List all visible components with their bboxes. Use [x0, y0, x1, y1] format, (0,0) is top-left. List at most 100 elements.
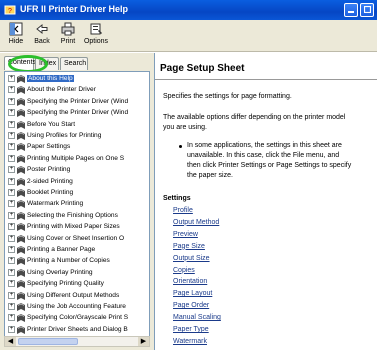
expand-plus-icon[interactable]: +: [8, 189, 15, 196]
toolbar: Hide Back Print Options: [0, 20, 377, 52]
tree-item-label: Before You Start: [27, 120, 76, 128]
tree-item-label: Specifying the Printer Driver (Wind: [27, 97, 129, 105]
settings-link[interactable]: Orientation: [173, 278, 207, 285]
tree-item-label: Booklet Printing: [27, 189, 74, 196]
tree-item-label: Printer Driver Sheets and Dialog B: [27, 325, 128, 333]
settings-link[interactable]: Profile: [173, 207, 193, 214]
expand-plus-icon[interactable]: +: [8, 223, 15, 231]
printer-icon: [61, 22, 75, 36]
bullet-text-line-2: unavailable. In this case, click the Fil…: [187, 152, 340, 159]
hide-pane-icon: [9, 22, 23, 36]
back-button[interactable]: Back: [28, 22, 56, 50]
settings-link[interactable]: Watermark: [173, 338, 207, 345]
book-icon: [17, 86, 25, 95]
bullet-icon: [179, 145, 182, 148]
tree-item-label: 2-sided Printing: [27, 177, 73, 185]
tree-item-label: Using Different Output Methods: [27, 291, 120, 299]
tree-item-label: Paper Settings: [27, 143, 71, 151]
options-button[interactable]: Options: [82, 22, 110, 50]
tree-item-label: Specifying Printing Quality: [27, 280, 104, 288]
book-icon: [17, 268, 25, 277]
expand-plus-icon[interactable]: +: [8, 246, 15, 253]
help-content-pane: Page Setup Sheet Specifies the settings …: [154, 53, 377, 350]
page-title: Page Setup Sheet: [160, 63, 245, 74]
tree-item-label: About this Help: [27, 75, 74, 82]
horizontal-scrollbar[interactable]: ◀ ▶: [4, 336, 150, 347]
tree-item-label: Selecting the Finishing Options: [27, 211, 118, 219]
expand-plus-icon[interactable]: +: [8, 314, 15, 322]
expand-plus-icon[interactable]: +: [8, 132, 15, 139]
settings-link[interactable]: Output Method: [173, 219, 219, 226]
tree-item-label: Poster Printing: [27, 166, 71, 174]
maximize-button[interactable]: [360, 3, 374, 17]
expand-plus-icon[interactable]: +: [8, 166, 15, 174]
book-icon: [17, 75, 25, 83]
settings-link[interactable]: Output Size: [173, 255, 210, 262]
expand-plus-icon[interactable]: +: [8, 177, 15, 185]
settings-link[interactable]: Page Order: [173, 302, 209, 309]
scroll-left-icon[interactable]: ◀: [5, 337, 16, 346]
tree-item-label: Using Cover or Sheet Insertion O: [27, 234, 125, 242]
settings-link[interactable]: Paper Type: [173, 326, 209, 333]
settings-link[interactable]: Copies: [173, 267, 195, 274]
book-icon: [17, 200, 25, 209]
contents-tree: + About this Help + About the Printer Drive…: [4, 71, 150, 337]
print-button[interactable]: Print: [54, 22, 82, 50]
book-icon: [17, 303, 25, 311]
expand-plus-icon[interactable]: +: [8, 120, 15, 128]
book-icon: [17, 234, 25, 243]
expand-plus-icon[interactable]: +: [8, 291, 15, 299]
book-icon: [17, 166, 25, 175]
svg-text:?: ?: [8, 8, 12, 15]
minimize-icon: [348, 11, 354, 13]
minimize-button[interactable]: [344, 3, 358, 17]
expand-plus-icon[interactable]: +: [8, 143, 15, 151]
book-icon: [17, 280, 25, 289]
settings-link[interactable]: Page Layout: [173, 290, 212, 297]
bullet-text-line-1: In some applications, the settings in th…: [187, 142, 342, 149]
book-icon: [17, 154, 25, 163]
expand-plus-icon[interactable]: +: [8, 211, 15, 219]
maximize-icon: [364, 6, 371, 13]
options-icon: [90, 23, 102, 35]
expand-plus-icon[interactable]: +: [8, 303, 15, 310]
hide-label: Hide: [8, 38, 24, 45]
back-arrow-icon: [36, 23, 48, 35]
settings-link[interactable]: Manual Scaling: [173, 314, 221, 321]
book-icon: [17, 120, 25, 129]
tree-item-label: Using Overlay Printing: [27, 268, 93, 276]
book-icon: [17, 211, 25, 220]
note-text-line-1: The available options differ depending o…: [163, 114, 346, 121]
tree-item-label: About the Printer Driver: [27, 86, 96, 94]
expand-plus-icon[interactable]: +: [8, 109, 15, 117]
expand-plus-icon[interactable]: +: [8, 86, 15, 94]
expand-plus-icon[interactable]: +: [8, 268, 15, 276]
tab-search[interactable]: Search: [60, 57, 88, 70]
book-icon: [17, 177, 25, 186]
book-icon: [17, 314, 25, 323]
settings-link[interactable]: Page Size: [173, 243, 205, 250]
expand-plus-icon[interactable]: +: [8, 234, 15, 242]
expand-plus-icon[interactable]: +: [8, 97, 15, 105]
scrollbar-thumb[interactable]: [18, 338, 78, 345]
book-icon: [17, 143, 25, 152]
expand-plus-icon[interactable]: +: [8, 257, 15, 265]
expand-plus-icon[interactable]: +: [8, 75, 15, 82]
tree-item-label: Watermark Printing: [27, 200, 84, 208]
settings-heading: Settings: [163, 195, 191, 202]
expand-plus-icon[interactable]: +: [8, 200, 15, 208]
help-book-icon: ?: [4, 5, 16, 15]
bullet-text-line-3: then click Printer Settings or Page Sett…: [187, 162, 352, 169]
scroll-right-icon[interactable]: ▶: [138, 337, 149, 346]
expand-plus-icon[interactable]: +: [8, 325, 15, 333]
expand-plus-icon[interactable]: +: [8, 280, 15, 288]
hide-button[interactable]: Hide: [2, 22, 30, 50]
options-label: Options: [83, 38, 109, 45]
note-text-line-2: you are using.: [163, 124, 207, 131]
tab-search-label: Search: [64, 60, 87, 67]
settings-link[interactable]: Preview: [173, 231, 198, 238]
back-label: Back: [34, 38, 50, 45]
expand-plus-icon[interactable]: +: [8, 154, 15, 162]
bullet-text-line-4: the paper size.: [187, 172, 233, 179]
tree-item-label: Printing a Banner Page: [27, 246, 96, 253]
